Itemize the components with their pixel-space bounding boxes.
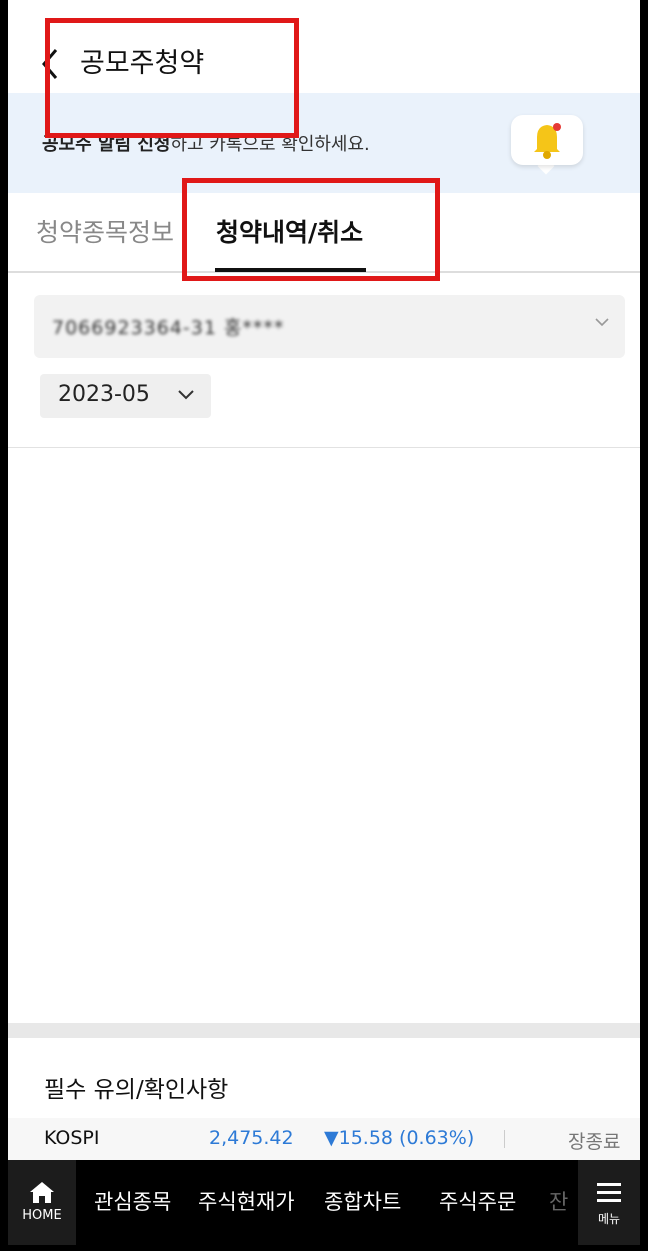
account-select[interactable]: 7066923364-31 홍**** — [34, 295, 625, 358]
chevron-down-icon — [178, 390, 194, 400]
chevron-down-icon — [595, 318, 609, 327]
annotation-box-tab — [182, 178, 440, 281]
divider — [8, 447, 640, 448]
menu-button[interactable]: 메뉴 — [578, 1160, 640, 1245]
home-icon — [30, 1182, 54, 1203]
nav-chart[interactable]: 종합차트 — [324, 1186, 401, 1216]
month-select[interactable]: 2023-05 — [40, 374, 211, 418]
ticker-value: 2,475.42 — [209, 1127, 294, 1149]
tab-subscription-info[interactable]: 청약종목정보 — [36, 213, 174, 253]
market-status: 장종료 — [568, 1131, 621, 1153]
home-label: HOME — [22, 1208, 62, 1223]
ticker-divider — [504, 1130, 505, 1148]
bell-icon — [534, 123, 561, 159]
bell-bubble[interactable] — [511, 115, 583, 165]
account-number: 7066923364-31 홍**** — [52, 317, 285, 339]
nav-watchlist[interactable]: 관심종목 — [94, 1186, 171, 1216]
nav-order[interactable]: 주식주문 — [439, 1186, 516, 1216]
hamburger-icon — [597, 1183, 621, 1202]
nav-stock-price[interactable]: 주식현재가 — [198, 1186, 295, 1216]
bottom-nav: HOME 관심종목 주식현재가 종합차트 주식주문 잔 메뉴 — [8, 1160, 640, 1245]
month-value: 2023-05 — [58, 382, 150, 407]
annotation-box-title — [45, 18, 299, 138]
nav-item-truncated[interactable]: 잔 — [549, 1186, 569, 1216]
ticker-change: ▼15.58 (0.63%) — [324, 1127, 475, 1149]
market-ticker[interactable]: KOSPI 2,475.42 ▼15.58 (0.63%) 장종료 — [8, 1118, 640, 1160]
menu-label: 메뉴 — [597, 1212, 621, 1226]
home-button[interactable]: HOME — [8, 1160, 76, 1245]
section-divider — [8, 1023, 640, 1038]
phone-screen: 공모주청약 공모주 알림 신청하고 카톡으로 확인하세요. 청약종목정보 청약내… — [8, 0, 640, 1245]
notice-title[interactable]: 필수 유의/확인사항 — [44, 1070, 228, 1104]
ticker-name: KOSPI — [44, 1127, 100, 1149]
